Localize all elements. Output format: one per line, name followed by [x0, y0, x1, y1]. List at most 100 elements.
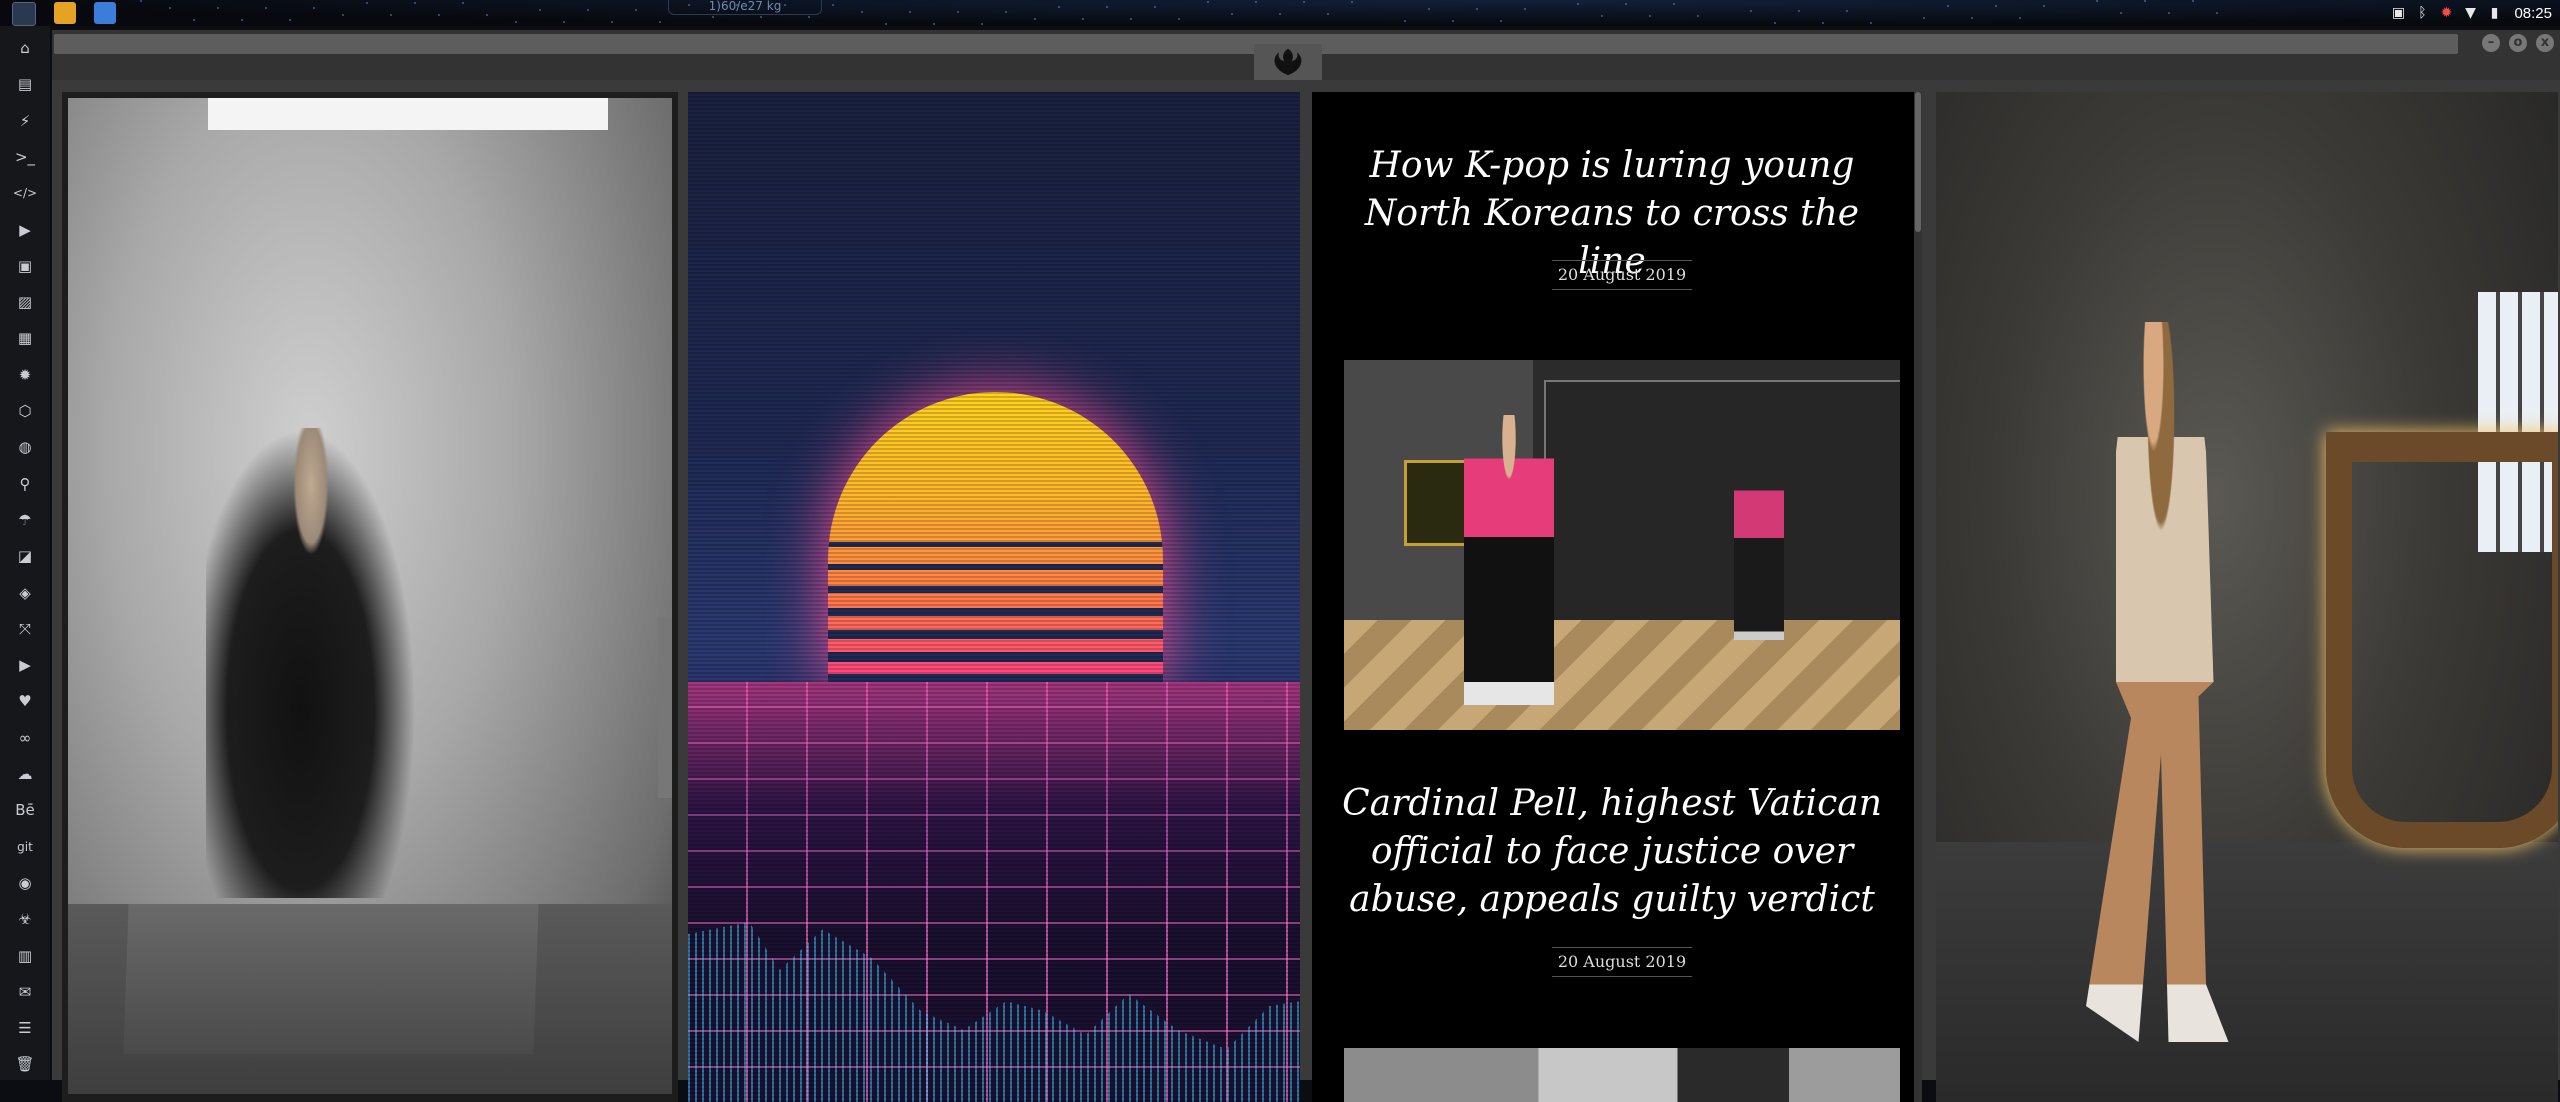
star-speck [438, 14, 440, 16]
star-speck [1106, 6, 1108, 8]
star-speck [1130, 18, 1132, 20]
star-speck [2019, 17, 2021, 19]
rebel-alliance-icon [1274, 48, 1302, 76]
biohazard-icon[interactable]: ☣ [13, 907, 37, 931]
riser-platform [123, 904, 539, 1054]
tag-icon[interactable]: ◈ [13, 581, 37, 605]
star-speck [1697, 15, 1699, 17]
backdrop-edge [658, 618, 672, 798]
image-icon[interactable]: ▨ [13, 290, 37, 314]
star-speck [1154, 6, 1156, 8]
browser-window: – o x How K-pop is luring young North Ko… [52, 30, 2560, 1102]
close-button[interactable]: x [2536, 34, 2554, 52]
mail-icon[interactable]: ✉ [13, 980, 37, 1004]
star-speck [1798, 10, 1800, 12]
maximize-button[interactable]: o [2509, 34, 2527, 52]
star-speck [1005, 11, 1007, 13]
synthwave-column[interactable] [688, 92, 1300, 1102]
news-image-pell[interactable] [1344, 1048, 1900, 1102]
link-icon[interactable]: ∞ [13, 726, 37, 750]
system-top-bar: 1)60/e27 kg ▣ ᛒ ✹ ▼ ▮ 08:25 [0, 0, 2560, 26]
synthwave-art[interactable] [688, 92, 1300, 1102]
star-speck [933, 23, 935, 25]
star-speck [1870, 22, 1872, 24]
cloud-icon[interactable]: ☁ [13, 762, 37, 786]
trash-icon[interactable]: 🗑 [13, 1052, 37, 1076]
home-icon[interactable]: ⌂ [13, 36, 37, 60]
star-speck [169, 7, 171, 9]
map-icon[interactable]: ▥ [13, 944, 37, 968]
news-column[interactable]: How K-pop is luring young North Koreans … [1312, 92, 1922, 1102]
github-icon[interactable]: ◉ [13, 871, 37, 895]
news-icon[interactable]: ▦ [13, 326, 37, 350]
star-speck [1476, 8, 1478, 10]
star-speck [1279, 13, 1281, 15]
search-icon[interactable]: ⚲ [13, 472, 37, 496]
fashion-column[interactable] [1936, 92, 2558, 1102]
star-speck [1303, 1, 1305, 3]
hex-icon[interactable]: ⬡ [13, 399, 37, 423]
play-icon[interactable]: ▶ [13, 218, 37, 242]
star-speck [193, 19, 195, 21]
star-speck [2192, 0, 2194, 2]
behance-icon[interactable]: Bē [13, 798, 37, 822]
globe-icon[interactable]: ◍ [13, 435, 37, 459]
bluetooth-icon[interactable]: ᛒ [2414, 5, 2430, 21]
window-titlebar[interactable]: – o x [52, 30, 2560, 80]
star-speck [808, 16, 810, 18]
news-image-kpop[interactable] [1344, 360, 1900, 730]
wall-frame [1404, 460, 1470, 546]
youtube-icon[interactable]: ▶ [13, 653, 37, 677]
star-speck [1947, 5, 1949, 7]
image-tray-icon[interactable]: ▣ [2390, 5, 2406, 21]
star-speck [265, 7, 267, 9]
contact-icon[interactable]: ◪ [13, 544, 37, 568]
scrollbar-thumb[interactable] [1915, 92, 1921, 232]
battery-icon[interactable]: ▮ [2486, 5, 2502, 21]
star-speck [1673, 3, 1675, 5]
star-speck [2216, 12, 2218, 14]
star-speck [1774, 22, 1776, 24]
star-speck [1625, 3, 1627, 5]
star-speck [462, 2, 464, 4]
fashion-photo[interactable] [1936, 92, 2558, 1102]
news-scrollbar[interactable] [1914, 92, 1922, 1102]
star-speck [1577, 3, 1579, 5]
heart-icon[interactable]: ♥ [13, 689, 37, 713]
terminal-icon[interactable]: >_ [13, 145, 37, 169]
sublime-app-icon[interactable] [54, 2, 76, 24]
git-icon[interactable]: git [13, 835, 37, 859]
minimize-button[interactable]: – [2482, 34, 2500, 52]
code-icon[interactable]: </> [13, 181, 37, 205]
star-speck [2144, 0, 2146, 2]
umbrella-icon[interactable]: ☂ [13, 508, 37, 532]
news-headline[interactable]: Cardinal Pell, highest Vatican official … [1332, 780, 1892, 924]
security-icon[interactable]: ✹ [2438, 5, 2454, 21]
star-speck [289, 19, 291, 21]
news-date: 20 August 2019 [1552, 947, 1692, 977]
rebel-emblem-tab[interactable] [1254, 44, 1322, 80]
star-speck [1750, 10, 1752, 12]
mother-child-photo[interactable] [68, 98, 672, 1094]
bolt-icon[interactable]: ⚡ [13, 109, 37, 133]
photo-column-bw[interactable] [62, 92, 678, 1102]
star-speck [1822, 22, 1824, 24]
folder-app-icon[interactable] [94, 2, 116, 24]
star-speck [760, 16, 762, 18]
rebel-icon[interactable]: ✹ [13, 363, 37, 387]
expand-icon[interactable]: ⤧ [13, 617, 37, 641]
wifi-icon[interactable]: ▼ [2462, 5, 2478, 21]
clock[interactable]: 08:25 [2514, 5, 2552, 22]
app-launcher-icon[interactable] [12, 2, 36, 26]
star-speck [140, 0, 142, 2]
star-speck [1428, 8, 1430, 10]
document-icon[interactable]: ▤ [13, 72, 37, 96]
system-tray: ▣ ᛒ ✹ ▼ ▮ 08:25 [2390, 0, 2560, 26]
star-speck [981, 23, 983, 25]
parquet-floor [1344, 620, 1900, 730]
news-feed: How K-pop is luring young North Koreans … [1312, 92, 1912, 1102]
news-date: 20 August 2019 [1552, 260, 1692, 290]
files-icon[interactable]: ▣ [13, 254, 37, 278]
server-icon[interactable]: ☰ [13, 1016, 37, 1040]
window-controls: – o x [2482, 34, 2554, 52]
